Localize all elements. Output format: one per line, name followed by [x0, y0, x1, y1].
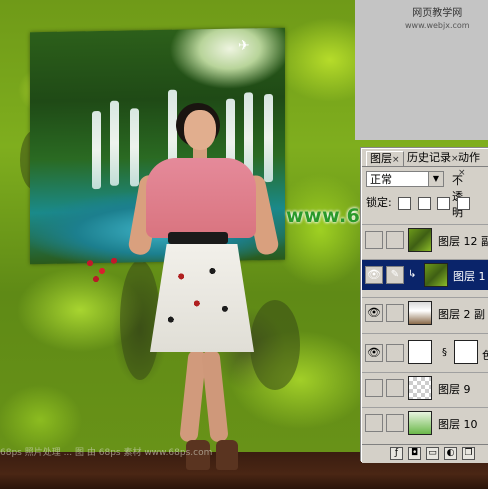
right-shoe — [216, 440, 238, 470]
visibility-toggle[interactable] — [365, 231, 383, 249]
layer-name: 图层 2 副 — [438, 308, 485, 321]
brush-icon[interactable]: ✎ — [386, 266, 404, 284]
waterfall-stream — [92, 110, 101, 190]
layer-row[interactable]: 👁 § 色 — [362, 333, 488, 372]
layer-name: 色 — [482, 349, 488, 362]
link-toggle[interactable] — [386, 379, 404, 397]
lock-image-icon[interactable] — [417, 196, 431, 210]
curves-icon — [408, 340, 432, 364]
tab-layers[interactable]: 图层× — [366, 151, 404, 166]
new-group-icon[interactable]: ▭ — [426, 447, 439, 460]
layer-thumbnail — [408, 301, 432, 325]
floral-skirt — [150, 244, 254, 352]
tab-actions[interactable]: 动作× — [455, 151, 488, 178]
layers-bottom-toolbar: ƒ ◘ ▭ ◐ ❐ — [362, 444, 488, 463]
layer-style-icon[interactable]: ƒ — [390, 447, 403, 460]
layer-row-selected[interactable]: 👁 ✎ ↳ 图层 1 — [362, 259, 488, 290]
watermark-site-name: 网页教学网 — [412, 8, 463, 19]
visibility-toggle[interactable] — [365, 414, 383, 432]
tab-layers-label: 图层 — [370, 152, 392, 165]
new-layer-icon[interactable]: ❐ — [462, 447, 475, 460]
eye-icon[interactable]: 👁 — [365, 344, 383, 362]
waterfall-stream — [110, 100, 119, 186]
link-toggle[interactable] — [386, 304, 404, 322]
visibility-toggle[interactable] — [365, 379, 383, 397]
chevron-down-icon[interactable]: ▼ — [428, 172, 443, 186]
layer-row[interactable]: 图层 9 — [362, 372, 488, 403]
layer-thumbnail — [424, 263, 448, 287]
layer-thumbnail — [408, 228, 432, 252]
chain-icon: § — [442, 347, 447, 358]
lock-all-icon[interactable] — [456, 196, 470, 210]
layer-row[interactable]: 图层 10 — [362, 407, 488, 438]
lock-position-icon[interactable] — [437, 196, 451, 210]
add-mask-icon[interactable]: ◘ — [408, 447, 421, 460]
layer-name: 图层 9 — [438, 383, 471, 396]
blend-mode-value: 正常 — [370, 173, 392, 186]
tab-history[interactable]: 历史记录× — [404, 151, 462, 165]
tab-history-label: 历史记录 — [407, 151, 451, 164]
link-toggle[interactable] — [386, 414, 404, 432]
waterfall-stream — [264, 93, 273, 183]
layer-thumbnail — [408, 376, 432, 400]
blend-mode-select[interactable]: 正常 ▼ — [366, 171, 444, 187]
lock-transparency-icon[interactable] — [398, 196, 412, 210]
layer-name: 图层 1 — [453, 270, 486, 283]
face — [184, 110, 216, 150]
clip-arrow-icon: ↳ — [408, 269, 417, 280]
tab-close-icon[interactable]: × — [392, 155, 400, 165]
link-toggle[interactable] — [386, 231, 404, 249]
layer-row[interactable]: 图层 12 副 — [362, 224, 488, 255]
panel-tabs: 图层× 历史记录× 动作× — [362, 149, 488, 178]
eye-icon[interactable]: 👁 — [365, 266, 383, 284]
layer-thumbnail — [408, 411, 432, 435]
moss-shadow — [250, 300, 300, 390]
eye-icon[interactable]: 👁 — [365, 304, 383, 322]
pink-blouse — [146, 158, 256, 238]
link-toggle[interactable] — [386, 344, 404, 362]
tab-actions-label: 动作 — [458, 151, 480, 164]
layer-row[interactable]: 👁 图层 2 副 — [362, 297, 488, 328]
layer-name: 图层 12 副 — [438, 235, 488, 248]
sky — [160, 27, 285, 90]
layers-panel: 图层× 历史记录× 动作× 正常 ▼ 不透明 锁定: 图层 12 副 👁 ✎ ↳ — [361, 148, 488, 463]
waterfall-stream — [130, 108, 139, 187]
mask-thumbnail — [454, 340, 478, 364]
red-flowers — [80, 252, 140, 286]
lock-row: 锁定: — [366, 194, 470, 210]
adjustment-layer-icon[interactable]: ◐ — [444, 447, 457, 460]
bird-icon: ✈ — [238, 38, 250, 54]
layer-name: 图层 10 — [438, 418, 478, 431]
lock-label: 锁定: — [366, 196, 392, 209]
black-belt — [168, 232, 228, 244]
watermark-top: 网页教学网 www.webjx.com — [405, 8, 470, 32]
watermark-bottom: 68ps 照片处理 ... 图 由 68ps 素材 www.68ps.com — [0, 448, 213, 458]
watermark-site-url: www.webjx.com — [405, 21, 470, 30]
